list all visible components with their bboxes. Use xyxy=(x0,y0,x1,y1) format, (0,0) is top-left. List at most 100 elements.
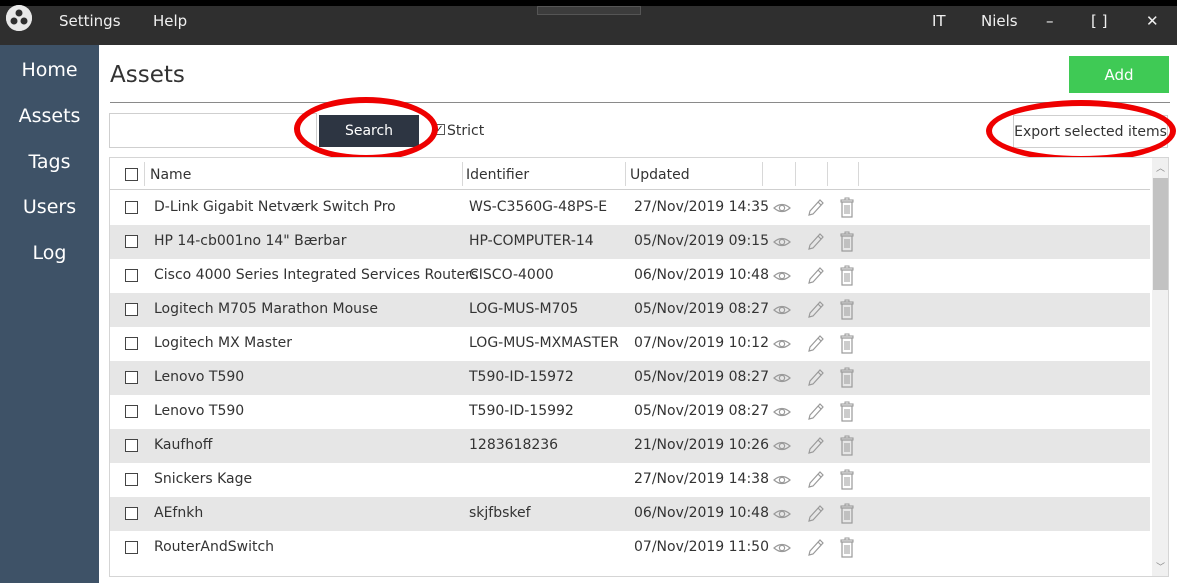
row-checkbox[interactable] xyxy=(125,201,138,214)
strict-checkbox[interactable]: ✓ xyxy=(434,124,445,135)
eye-icon[interactable] xyxy=(772,435,792,457)
column-header-identifier[interactable]: Identifier xyxy=(466,167,529,183)
trash-icon[interactable] xyxy=(837,231,857,253)
table-row[interactable]: Snickers Kage 27/Nov/2019 14:38 xyxy=(110,463,1150,497)
trash-icon[interactable] xyxy=(837,367,857,389)
pencil-icon[interactable] xyxy=(805,265,825,287)
eye-icon[interactable] xyxy=(772,503,792,525)
row-checkbox[interactable] xyxy=(125,439,138,452)
table-row[interactable]: RouterAndSwitch 07/Nov/2019 11:50 xyxy=(110,531,1150,565)
trash-icon[interactable] xyxy=(837,299,857,321)
row-checkbox[interactable] xyxy=(125,507,138,520)
search-input[interactable] xyxy=(109,113,317,148)
minimize-button[interactable]: – xyxy=(1046,12,1054,30)
table-row[interactable]: Cisco 4000 Series Integrated Services Ro… xyxy=(110,259,1150,293)
eye-icon[interactable] xyxy=(772,537,792,559)
pencil-icon[interactable] xyxy=(805,333,825,355)
pencil-icon[interactable] xyxy=(805,435,825,457)
pencil-icon[interactable] xyxy=(805,231,825,253)
eye-icon[interactable] xyxy=(772,197,792,219)
sidebar-item-users[interactable]: Users xyxy=(0,196,99,218)
window-drag-handle[interactable] xyxy=(537,6,641,15)
table-row[interactable]: Lenovo T590 T590-ID-15972 05/Nov/2019 08… xyxy=(110,361,1150,395)
row-checkbox[interactable] xyxy=(125,235,138,248)
table-row[interactable]: D-Link Gigabit Netværk Switch Pro WS-C35… xyxy=(110,191,1150,225)
sidebar-item-tags[interactable]: Tags xyxy=(0,151,99,173)
cell-name: Lenovo T590 xyxy=(154,369,245,385)
table-row[interactable]: HP 14-cb001no 14" Bærbar HP-COMPUTER-14 … xyxy=(110,225,1150,259)
table-row[interactable]: Kaufhoff 1283618236 21/Nov/2019 10:26 xyxy=(110,429,1150,463)
pencil-icon[interactable] xyxy=(805,367,825,389)
pencil-icon[interactable] xyxy=(805,401,825,423)
cell-updated: 06/Nov/2019 10:48 xyxy=(634,505,769,521)
cell-name: Snickers Kage xyxy=(154,471,253,487)
row-checkbox[interactable] xyxy=(125,371,138,384)
trash-icon[interactable] xyxy=(837,503,857,525)
column-divider xyxy=(827,162,828,186)
page-title: Assets xyxy=(110,62,185,88)
row-checkbox[interactable] xyxy=(125,269,138,282)
export-selected-button[interactable]: Export selected items xyxy=(1013,115,1168,148)
trash-icon[interactable] xyxy=(837,401,857,423)
eye-icon[interactable] xyxy=(772,265,792,287)
row-checkbox[interactable] xyxy=(125,303,138,316)
pencil-icon[interactable] xyxy=(805,197,825,219)
trash-icon[interactable] xyxy=(837,537,857,559)
column-divider xyxy=(762,162,763,186)
app-logo-icon xyxy=(6,5,32,31)
pencil-icon[interactable] xyxy=(805,537,825,559)
pencil-icon[interactable] xyxy=(805,299,825,321)
eye-icon[interactable] xyxy=(772,231,792,253)
menu-help[interactable]: Help xyxy=(153,12,187,30)
cell-updated: 05/Nov/2019 08:27 xyxy=(634,301,769,317)
eye-icon[interactable] xyxy=(772,333,792,355)
table-row[interactable]: Logitech MX Master LOG-MUS-MXMASTER 07/N… xyxy=(110,327,1150,361)
pencil-icon[interactable] xyxy=(805,469,825,491)
user-name[interactable]: Niels xyxy=(981,12,1018,30)
sidebar-item-log[interactable]: Log xyxy=(0,242,99,264)
scroll-down-icon[interactable]: ﹀ xyxy=(1156,560,1165,573)
eye-icon[interactable] xyxy=(772,401,792,423)
table-row[interactable]: AEfnkh skjfbskef 06/Nov/2019 10:48 xyxy=(110,497,1150,531)
cell-name: Logitech M705 Marathon Mouse xyxy=(154,301,378,317)
table-row[interactable]: Logitech M705 Marathon Mouse LOG-MUS-M70… xyxy=(110,293,1150,327)
eye-icon[interactable] xyxy=(772,469,792,491)
trash-icon[interactable] xyxy=(837,265,857,287)
add-button[interactable]: Add xyxy=(1069,56,1169,93)
cell-identifier: T590-ID-15972 xyxy=(469,369,574,385)
row-checkbox[interactable] xyxy=(125,337,138,350)
eye-icon[interactable] xyxy=(772,299,792,321)
column-divider xyxy=(462,162,463,186)
vertical-scrollbar[interactable]: ︿ ﹀ xyxy=(1152,158,1168,576)
pencil-icon[interactable] xyxy=(805,503,825,525)
trash-icon[interactable] xyxy=(837,197,857,219)
sidebar-item-assets[interactable]: Assets xyxy=(0,105,99,127)
department-label[interactable]: IT xyxy=(932,12,946,30)
cell-identifier: WS-C3560G-48PS-E xyxy=(469,199,608,215)
scrollbar-thumb[interactable] xyxy=(1153,178,1168,290)
search-button[interactable]: Search xyxy=(319,115,419,147)
cell-updated: 05/Nov/2019 08:27 xyxy=(634,403,769,419)
select-all-checkbox[interactable] xyxy=(125,168,138,181)
menu-settings[interactable]: Settings xyxy=(59,12,121,30)
cell-updated: 27/Nov/2019 14:35 xyxy=(634,199,769,215)
cell-identifier: 1283618236 xyxy=(469,437,559,453)
cell-identifier: HP-COMPUTER-14 xyxy=(469,233,594,249)
scroll-up-icon[interactable]: ︿ xyxy=(1156,161,1165,174)
trash-icon[interactable] xyxy=(837,435,857,457)
table-header: Name Identifier Updated xyxy=(110,158,1150,190)
cell-updated: 21/Nov/2019 10:26 xyxy=(634,437,769,453)
row-checkbox[interactable] xyxy=(125,473,138,486)
trash-icon[interactable] xyxy=(837,469,857,491)
row-checkbox[interactable] xyxy=(125,541,138,554)
close-button[interactable]: ✕ xyxy=(1146,12,1159,30)
column-header-updated[interactable]: Updated xyxy=(630,167,690,183)
table-row[interactable]: Lenovo T590 T590-ID-15992 05/Nov/2019 08… xyxy=(110,395,1150,429)
sidebar-item-home[interactable]: Home xyxy=(0,59,99,81)
eye-icon[interactable] xyxy=(772,367,792,389)
trash-icon[interactable] xyxy=(837,333,857,355)
row-checkbox[interactable] xyxy=(125,405,138,418)
maximize-button[interactable]: [ ] xyxy=(1091,12,1107,30)
column-header-name[interactable]: Name xyxy=(150,167,191,183)
cell-name: Logitech MX Master xyxy=(154,335,292,351)
